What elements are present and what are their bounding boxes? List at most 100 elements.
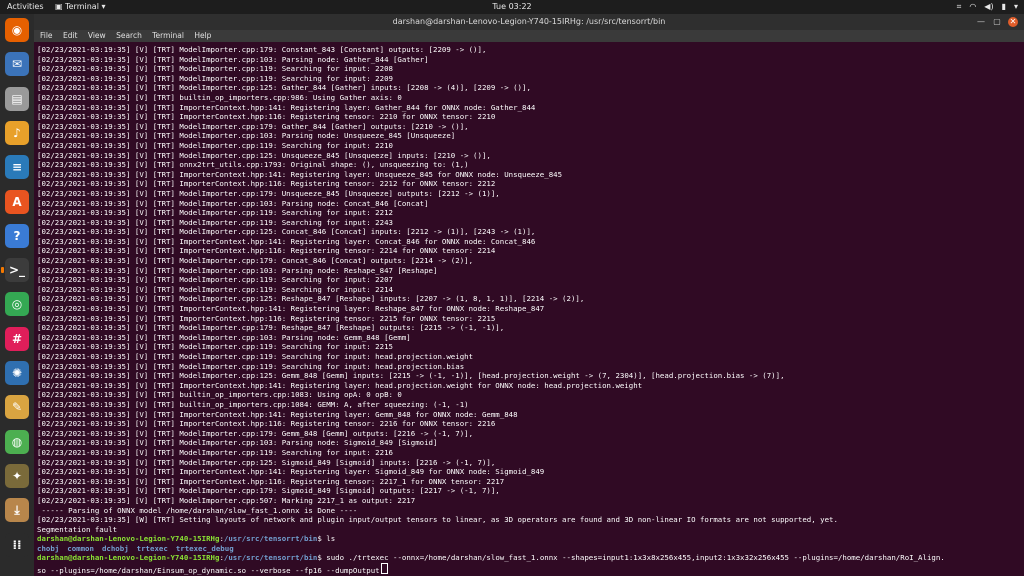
log-line: [02/23/2021-03:19:35] [V] [TRT] ModelImp… [37, 371, 785, 381]
log-line: [02/23/2021-03:19:35] [V] [TRT] ModelImp… [37, 457, 496, 467]
log-line: [02/23/2021-03:19:35] [V] [TRT] Importer… [37, 304, 545, 314]
prompt-symbol: $ [317, 534, 327, 544]
system-tray[interactable]: ⌗ ◠ ◀) ▮ ▾ [957, 0, 1018, 14]
dock: ◉ ✉ ▤ ♪ ≡ A? >_ ◎ # ✺ ✎ ◍ ✦ ⤓ ⁞⁞ [0, 14, 34, 576]
wifi-icon: ◠ [969, 2, 977, 11]
install-icon[interactable]: ⤓ [5, 498, 29, 523]
log-line: [02/23/2021-03:19:35] [V] [TRT] Importer… [37, 236, 536, 246]
log-line: [02/23/2021-03:19:35] [V] [TRT] Importer… [37, 246, 496, 256]
command-text: sudo ./trtexec --onnx=/home/darshan/slow… [326, 553, 945, 563]
ls-entry: chobj [37, 543, 60, 553]
log-line: [02/23/2021-03:19:35] [V] [TRT] ModelImp… [37, 428, 474, 438]
prompt-user: darshan@darshan-Lenovo-Legion-Y740-15IRH… [37, 534, 220, 544]
window-titlebar[interactable]: darshan@darshan-Lenovo-Legion-Y740-15IRH… [34, 14, 1024, 30]
software-icon[interactable]: A [5, 189, 29, 214]
command-text-continued: so --plugins=/home/darshan/Einsum_op_dyn… [37, 566, 380, 576]
battery-icon: ▮ [1001, 2, 1006, 11]
command-continuation: so --plugins=/home/darshan/Einsum_op_dyn… [37, 563, 945, 576]
files-icon[interactable]: ▤ [5, 86, 29, 111]
log-line: [02/23/2021-03:19:35] [V] [TRT] ModelImp… [37, 227, 536, 237]
log-line: Segmentation fault [37, 524, 118, 534]
log-line: [02/23/2021-03:19:35] [V] [TRT] Importer… [37, 169, 563, 179]
chevron-down-icon: ▾ [1013, 2, 1018, 11]
terminal-icon[interactable]: >_ [1, 258, 29, 283]
prompt-line: darshan@darshan-Lenovo-Legion-Y740-15IRH… [37, 534, 945, 544]
mail-icon[interactable]: ✉ [5, 52, 29, 77]
log-line: [02/23/2021-03:19:35] [V] [TRT] Importer… [37, 313, 496, 323]
window-controls: — ▢ ✕ [976, 14, 1018, 30]
chrome-icon[interactable]: ◎ [5, 292, 29, 317]
log-line: [02/23/2021-03:19:35] [V] [TRT] onnx2trt… [37, 160, 469, 170]
log-line: [02/23/2021-03:19:35] [V] [TRT] builtin_… [37, 399, 469, 409]
minimize-button[interactable]: — [976, 17, 986, 27]
editor-icon[interactable]: ✎ [5, 395, 29, 420]
log-line: [02/23/2021-03:19:35] [V] [TRT] ModelImp… [37, 217, 393, 227]
music-icon[interactable]: ♪ [5, 120, 29, 145]
log-line: [02/23/2021-03:19:35] [V] [TRT] ModelImp… [37, 131, 456, 141]
log-line: [02/23/2021-03:19:35] [V] [TRT] ModelImp… [37, 188, 500, 198]
log-line: [02/23/2021-03:19:35] [V] [TRT] ModelImp… [37, 208, 393, 218]
log-line: [02/23/2021-03:19:35] [V] [TRT] ModelImp… [37, 447, 393, 457]
menu-edit[interactable]: Edit [63, 31, 78, 40]
log-line: [02/23/2021-03:19:35] [V] [TRT] Importer… [37, 467, 545, 477]
volume-icon: ◀) [984, 2, 994, 11]
maximize-button[interactable]: ▢ [992, 17, 1002, 27]
menu-file[interactable]: File [40, 31, 53, 40]
help-icon[interactable]: ? [5, 223, 29, 248]
globe-icon[interactable]: ◍ [5, 429, 29, 454]
close-button[interactable]: ✕ [1008, 17, 1018, 27]
log-line: [02/23/2021-03:19:35] [V] [TRT] ModelImp… [37, 323, 505, 333]
apps-grid-icon[interactable]: ⁞⁞ [5, 532, 29, 557]
menu-view[interactable]: View [88, 31, 106, 40]
top-bar: Activities ▣ Terminal ▾ Tue 03:22 ⌗ ◠ ◀)… [0, 0, 1024, 14]
log-line: [02/23/2021-03:19:35] [V] [TRT] Importer… [37, 476, 505, 486]
network-icon[interactable]: ✺ [5, 361, 29, 385]
ls-entry: common [67, 543, 94, 553]
ls-entry: trtexec [136, 543, 168, 553]
log-line: [02/23/2021-03:19:35] [V] [TRT] ModelImp… [37, 342, 393, 352]
menu-help[interactable]: Help [194, 31, 211, 40]
log-line: [02/23/2021-03:19:35] [V] [TRT] ModelImp… [37, 83, 531, 93]
log-line: [02/23/2021-03:19:35] [V] [TRT] ModelImp… [37, 486, 500, 496]
prompt-path: /usr/src/tensorrt/bin [223, 553, 318, 563]
prompt-user: darshan@darshan-Lenovo-Legion-Y740-15IRH… [37, 553, 220, 563]
log-line: [02/23/2021-03:19:35] [V] [TRT] Importer… [37, 112, 496, 122]
log-line: [02/23/2021-03:19:35] [V] [TRT] Importer… [37, 102, 536, 112]
log-line: [02/23/2021-03:19:35] [V] [TRT] Importer… [37, 409, 518, 419]
terminal-menubar: File Edit View Search Terminal Help [34, 30, 1024, 42]
clock[interactable]: Tue 03:22 [0, 0, 1024, 14]
menu-search[interactable]: Search [116, 31, 142, 40]
ls-entry: dchobj [101, 543, 129, 553]
log-line: [02/23/2021-03:19:35] [V] [TRT] ModelImp… [37, 121, 469, 131]
terminal-output-area[interactable]: [02/23/2021-03:19:35] [V] [TRT] ModelImp… [34, 42, 1024, 576]
log-line: [02/23/2021-03:19:35] [V] [TRT] ModelImp… [37, 45, 487, 54]
log-line: [02/23/2021-03:19:35] [V] [TRT] ModelImp… [37, 150, 491, 160]
tools-icon[interactable]: ✦ [5, 463, 29, 488]
log-line: [02/23/2021-03:19:35] [V] [TRT] Importer… [37, 380, 643, 390]
prompt-line: darshan@darshan-Lenovo-Legion-Y740-15IRH… [37, 553, 945, 563]
log-line: [02/23/2021-03:19:35] [V] [TRT] ModelImp… [37, 198, 429, 208]
menu-terminal[interactable]: Terminal [152, 31, 184, 40]
log-line: [02/23/2021-03:19:35] [V] [TRT] ModelImp… [37, 332, 411, 342]
log-line: [02/23/2021-03:19:35] [V] [TRT] ModelImp… [37, 438, 438, 448]
slack-icon[interactable]: # [5, 326, 29, 351]
log-line: [02/23/2021-03:19:35] [V] [TRT] ModelImp… [37, 73, 393, 83]
log-line: [02/23/2021-03:19:35] [V] [TRT] ModelImp… [37, 64, 393, 74]
log-line: [02/23/2021-03:19:35] [W] [TRT] Setting … [37, 515, 838, 525]
ls-output: chobj common dchobj trtexec trtexec_debug [37, 544, 945, 554]
writer-icon[interactable]: ≡ [5, 155, 29, 180]
text-cursor [380, 563, 388, 575]
log-line: [02/23/2021-03:19:35] [V] [TRT] ModelImp… [37, 495, 416, 505]
log-line: [02/23/2021-03:19:35] [V] [TRT] ModelImp… [37, 352, 474, 361]
log-line: [02/23/2021-03:19:35] [V] [TRT] ModelImp… [37, 284, 393, 294]
window-title: darshan@darshan-Lenovo-Legion-Y740-15IRH… [392, 17, 666, 26]
log-line: [02/23/2021-03:19:35] [V] [TRT] builtin_… [37, 390, 402, 400]
prompt-symbol: $ [317, 553, 327, 563]
log-line: [02/23/2021-03:19:35] [V] [TRT] ModelImp… [37, 256, 474, 266]
log-line: [02/23/2021-03:19:35] [V] [TRT] Importer… [37, 179, 496, 189]
prompt-path: /usr/src/tensorrt/bin [223, 534, 318, 544]
log-line: [02/23/2021-03:19:35] [V] [TRT] builtin_… [37, 92, 402, 102]
terminal-text: [02/23/2021-03:19:35] [V] [TRT] ModelImp… [37, 45, 945, 576]
log-line: [02/23/2021-03:19:35] [V] [TRT] ModelImp… [37, 361, 465, 371]
firefox-icon[interactable]: ◉ [5, 18, 29, 42]
